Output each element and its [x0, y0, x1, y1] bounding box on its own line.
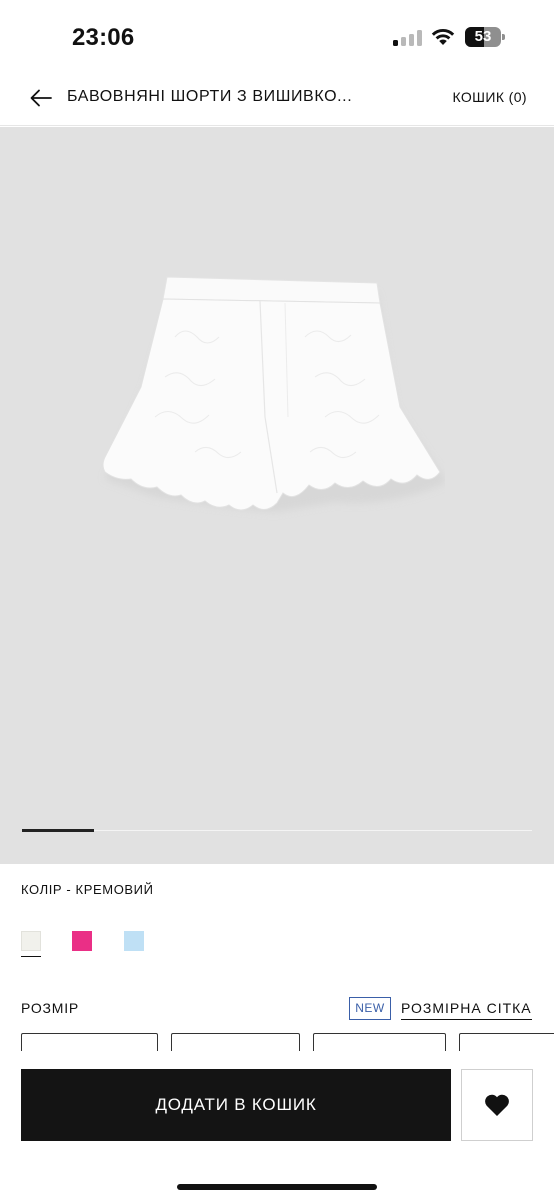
size-chart-link[interactable]: РОЗМІРНА СІТКА — [401, 1000, 532, 1020]
size-option[interactable] — [171, 1033, 300, 1053]
color-swatch-cream[interactable] — [21, 931, 41, 951]
product-title: БАВОВНЯНІ ШОРТИ З ВИШИВКО... — [67, 88, 353, 105]
back-button[interactable] — [26, 84, 56, 112]
wishlist-button[interactable] — [461, 1069, 533, 1141]
size-option[interactable] — [459, 1033, 554, 1053]
battery-icon: 53 — [465, 27, 505, 47]
gallery-pager-track — [22, 830, 532, 831]
color-swatch-light-blue[interactable] — [124, 931, 144, 951]
selected-swatch-indicator — [21, 956, 41, 957]
size-label: РОЗМІР — [21, 1000, 80, 1016]
size-option[interactable] — [313, 1033, 446, 1053]
cellular-signal-icon — [393, 30, 423, 46]
product-gallery[interactable] — [0, 127, 554, 864]
color-swatch-pink[interactable] — [72, 931, 92, 951]
bottom-action-bar: ДОДАТИ В КОШИК — [0, 1051, 554, 1200]
cart-link[interactable]: КОШИК (0) — [452, 89, 527, 105]
size-options — [0, 1033, 554, 1053]
home-indicator — [177, 1184, 377, 1190]
size-option[interactable] — [21, 1033, 158, 1053]
new-badge: NEW — [349, 997, 391, 1020]
gallery-pager-indicator — [22, 829, 94, 832]
product-image — [102, 276, 445, 512]
add-to-cart-button[interactable]: ДОДАТИ В КОШИК — [21, 1069, 451, 1141]
status-time: 23:06 — [72, 24, 135, 51]
arrow-left-icon — [30, 89, 52, 107]
color-label: КОЛІР - КРЕМОВИЙ — [21, 882, 154, 897]
top-header: БАВОВНЯНІ ШОРТИ З ВИШИВКО... КОШИК (0) — [0, 70, 554, 126]
wifi-icon — [430, 26, 456, 46]
status-bar: 23:06 53 — [0, 0, 554, 70]
heart-icon — [485, 1094, 509, 1116]
battery-level: 53 — [474, 28, 492, 45]
